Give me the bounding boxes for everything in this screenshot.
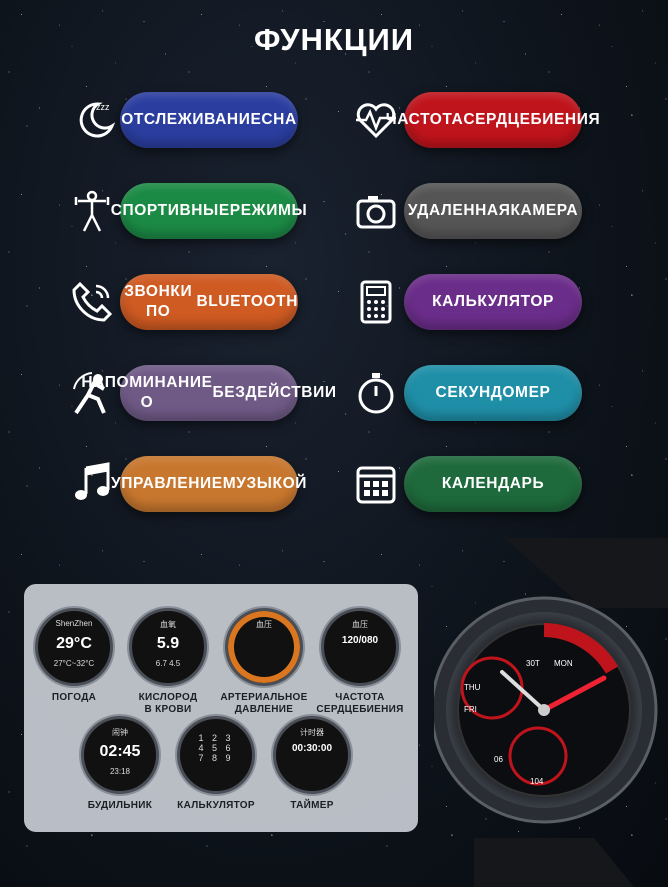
feature-label: УПРАВЛЕНИЕ МУЗЫКОЙ — [111, 456, 306, 512]
feature-label: НАПОМИНАНИЕ О БЕЗДЕЙСТВИИ — [81, 365, 336, 421]
watchface-5: 闹钟 02:45 23:18 БУДИЛЬНИК — [66, 716, 174, 812]
feature-label: ЗВОНКИ ПО BLUETOOTH — [120, 274, 298, 330]
page-title: ФУНКЦИИ — [253, 22, 415, 57]
feature-7: НАПОМИНАНИЕ О БЕЗДЕЙСТВИИ — [66, 365, 336, 421]
watchface-label: БУДИЛЬНИК — [87, 800, 153, 811]
watchface-label: ТАЙМЕР — [290, 800, 334, 811]
svg-text:MON: MON — [554, 659, 573, 668]
calendar-icon — [350, 458, 402, 510]
sleep-moon-icon: zzz — [66, 94, 118, 146]
feature-label: УДАЛЕННАЯ КАМЕРА — [404, 183, 582, 239]
watchface-3: 血压 АРТЕРИАЛЬНОЕ ДАВЛЕНИЕ — [210, 608, 318, 716]
watchface-label: КИСЛОРОД В КРОВИ — [138, 692, 198, 715]
smartwatch-image: 30T MON THU FRI 06 104 — [434, 538, 668, 887]
watch-dial: 1 2 34 5 67 8 9 — [177, 716, 255, 794]
watch-dial: 闹钟 02:45 23:18 — [81, 716, 159, 794]
feature-9: УПРАВЛЕНИЕ МУЗЫКОЙ — [66, 456, 306, 512]
feature-label: ОТСЛЕЖИВАНИЕ СНА — [120, 92, 298, 148]
watchface-6: 1 2 34 5 67 8 9 КАЛЬКУЛЯТОР — [162, 716, 270, 812]
feature-label: СПОРТИВНЫЕ РЕЖИМЫ — [111, 183, 307, 239]
camera-icon — [350, 185, 402, 237]
watch-dial: 血压 — [225, 608, 303, 686]
feature-8: СЕКУНДОМЕР — [350, 365, 582, 421]
watchface-2: 血氧 5.9 6.7 4.5 КИСЛОРОД В КРОВИ — [114, 608, 222, 716]
svg-text:THU: THU — [464, 683, 481, 692]
watch-dial: ShenZhen 29°C 27°C~32°C — [35, 608, 113, 686]
feature-label: СЕКУНДОМЕР — [404, 365, 582, 421]
feature-3: СПОРТИВНЫЕ РЕЖИМЫ — [66, 183, 307, 239]
watchface-4: 血压 120/080 ЧАСТОТА СЕРДЦЕБИЕНИЯ — [306, 608, 414, 716]
feature-4: УДАЛЕННАЯ КАМЕРА — [350, 183, 582, 239]
watchface-label: ПОГОДА — [51, 692, 97, 703]
svg-text:104: 104 — [530, 777, 544, 786]
svg-text:FRI: FRI — [464, 705, 477, 714]
calculator-icon — [350, 276, 402, 328]
svg-text:06: 06 — [494, 755, 503, 764]
strap-bottom — [474, 838, 634, 887]
feature-2: ЧАСТОТА СЕРДЦЕБИЕНИЯ — [350, 92, 600, 148]
watch-dial: 计时器 00:30:00 — [273, 716, 351, 794]
watchface-label: АРТЕРИАЛЬНОЕ ДАВЛЕНИЕ — [220, 692, 308, 715]
watchface-label: КАЛЬКУЛЯТОР — [177, 800, 255, 811]
feature-1: zzz ОТСЛЕЖИВАНИЕ СНА — [66, 92, 298, 148]
watchface-7: 计时器 00:30:00 ТАЙМЕР — [258, 716, 366, 812]
watchface-1: ShenZhen 29°C 27°C~32°C ПОГОДА — [20, 608, 128, 704]
strap-top — [504, 538, 668, 608]
feature-5: ЗВОНКИ ПО BLUETOOTH — [66, 274, 298, 330]
feature-label: КАЛЕНДАРЬ — [404, 456, 582, 512]
watch-dial: 血压 120/080 — [321, 608, 399, 686]
watch-dial: 血氧 5.9 6.7 4.5 — [129, 608, 207, 686]
feature-label: ЧАСТОТА СЕРДЦЕБИЕНИЯ — [386, 92, 600, 148]
stopwatch-icon — [350, 367, 402, 419]
feature-10: КАЛЕНДАРЬ — [350, 456, 582, 512]
watchface-label: ЧАСТОТА СЕРДЦЕБИЕНИЯ — [316, 692, 404, 715]
feature-label: КАЛЬКУЛЯТОР — [404, 274, 582, 330]
svg-text:30T: 30T — [526, 659, 540, 668]
svg-text:zzz: zzz — [96, 102, 110, 112]
feature-6: КАЛЬКУЛЯТОР — [350, 274, 582, 330]
phone-call-icon — [66, 276, 118, 328]
